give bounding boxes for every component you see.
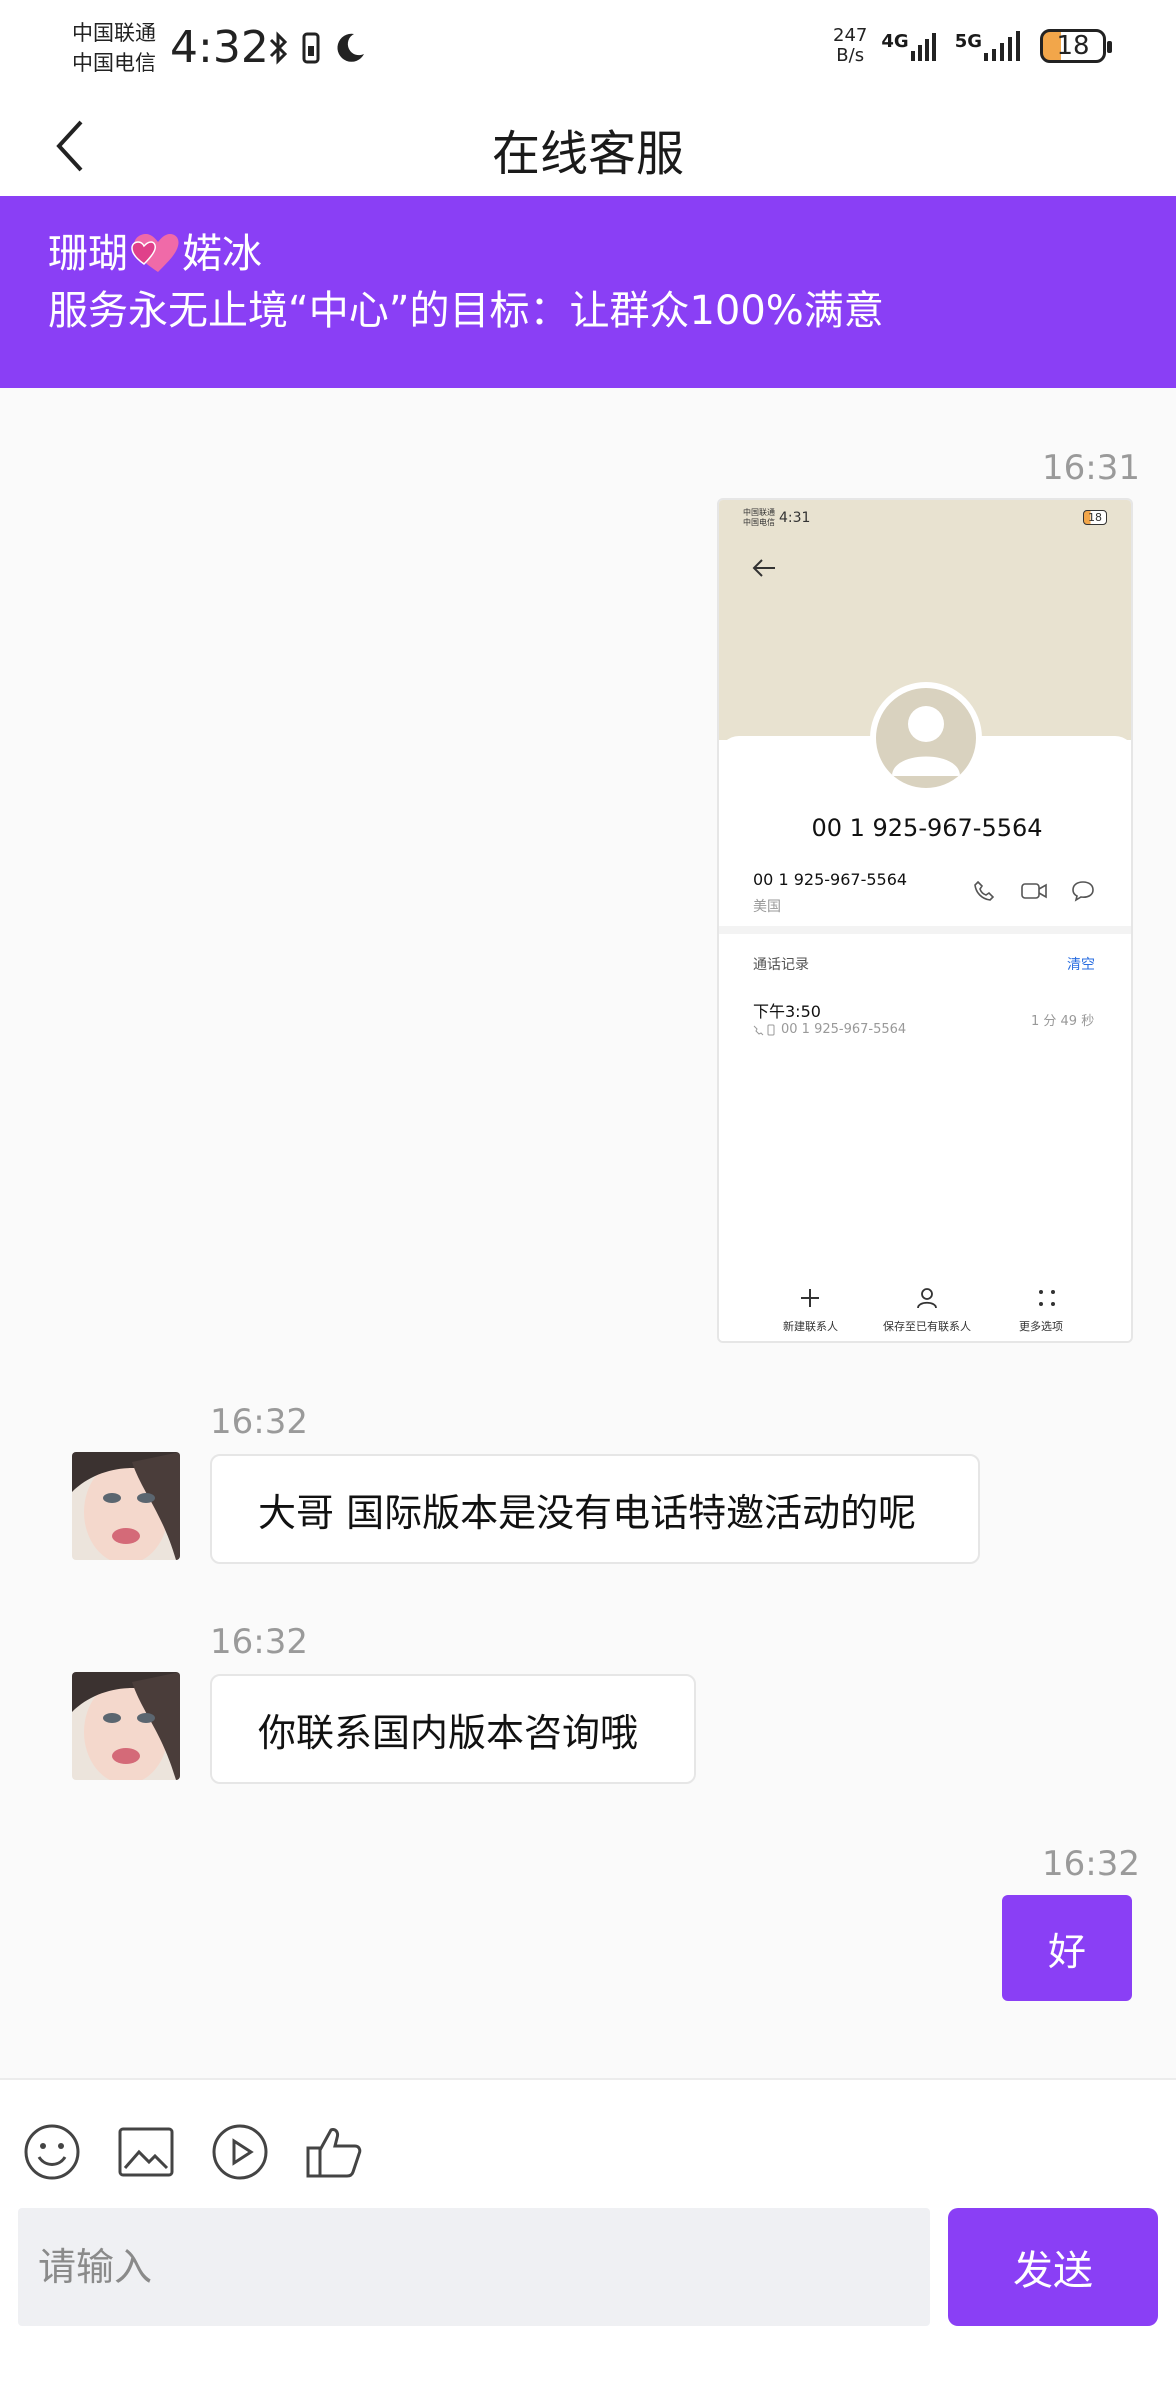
person-icon	[917, 1288, 937, 1309]
top-nav: 在线客服	[0, 96, 1176, 196]
like-button[interactable]	[304, 2122, 364, 2182]
signal-4g: 4G	[881, 31, 940, 61]
video-call-icon	[1021, 883, 1047, 899]
net-speed: 247 B/s	[833, 25, 868, 66]
message-timestamp: 16:32	[1042, 1844, 1140, 1884]
composer-toolbar	[22, 2122, 364, 2182]
page-title: 在线客服	[491, 126, 684, 182]
message-composer: 请输入 发送	[0, 2078, 1176, 2400]
emoji-icon	[24, 2124, 80, 2180]
message-timestamp: 16:32	[210, 1402, 308, 1442]
agent-avatar-image	[72, 1672, 180, 1780]
carrier-labels: 中国联通 中国电信	[72, 18, 156, 78]
image-message[interactable]: 中国联通 中国电信 4:31 18 00 1 925-967-5564 00 1…	[717, 498, 1133, 1343]
status-bar: 中国联通 中国电信 4:32 247 B/s 4G 5G 18	[0, 0, 1176, 96]
bluetooth-icon	[269, 31, 288, 65]
hearts-emoji-icon	[131, 234, 179, 272]
signal-bars-icon	[910, 33, 936, 61]
moon-icon	[337, 33, 364, 62]
chat-screen: 中国联通 中国电信 4:32 247 B/s 4G 5G 18 在线客服 珊瑚 …	[0, 0, 1176, 2400]
back-button[interactable]	[40, 116, 100, 176]
vibrate-icon	[302, 32, 320, 64]
carrier-2: 中国电信	[72, 51, 156, 75]
signal-5g: 5G	[955, 31, 1026, 61]
service-slogan: 服务永无止境“中心”的目标：让群众100%满意	[48, 288, 884, 334]
message-icon	[1072, 881, 1094, 902]
status-time: 4:32	[170, 22, 269, 73]
message-bubble: 你联系国内版本咨询哦	[210, 1674, 696, 1784]
image-icon	[118, 2127, 174, 2177]
agent-name: 珊瑚 婼冰	[48, 231, 262, 277]
carrier-1: 中国联通	[72, 21, 156, 45]
battery-indicator: 18	[1040, 29, 1112, 63]
contact-avatar-icon	[870, 682, 982, 794]
image-button[interactable]	[116, 2122, 176, 2182]
message-timestamp: 16:31	[1042, 448, 1140, 488]
message-input[interactable]: 请输入	[18, 2208, 930, 2326]
video-button[interactable]	[210, 2122, 270, 2182]
video-icon	[212, 2124, 268, 2180]
message-bubble: 大哥 国际版本是没有电话特邀活动的呢	[210, 1454, 980, 1564]
agent-avatar[interactable]	[72, 1672, 180, 1780]
agent-avatar-image	[72, 1452, 180, 1560]
chevron-left-icon	[56, 120, 83, 172]
thumbs-up-icon	[306, 2128, 362, 2178]
phone-icon	[974, 880, 995, 901]
send-button[interactable]: 发送	[948, 2208, 1158, 2326]
agent-avatar[interactable]	[72, 1452, 180, 1560]
signal-bars-icon	[984, 31, 1020, 61]
emoji-button[interactable]	[22, 2122, 82, 2182]
call-out-icon	[753, 1024, 775, 1036]
message-timestamp: 16:32	[210, 1622, 308, 1662]
plus-icon	[801, 1289, 819, 1307]
message-bubble-self: 好	[1002, 1895, 1132, 2001]
more-dots-icon	[1039, 1290, 1055, 1306]
status-icons-right: 247 B/s 4G 5G 18	[833, 25, 1112, 66]
service-banner: 珊瑚 婼冰 服务永无止境“中心”的目标：让群众100%满意	[0, 196, 1176, 388]
status-icons-left	[268, 30, 366, 66]
arrow-left-icon	[752, 559, 775, 577]
